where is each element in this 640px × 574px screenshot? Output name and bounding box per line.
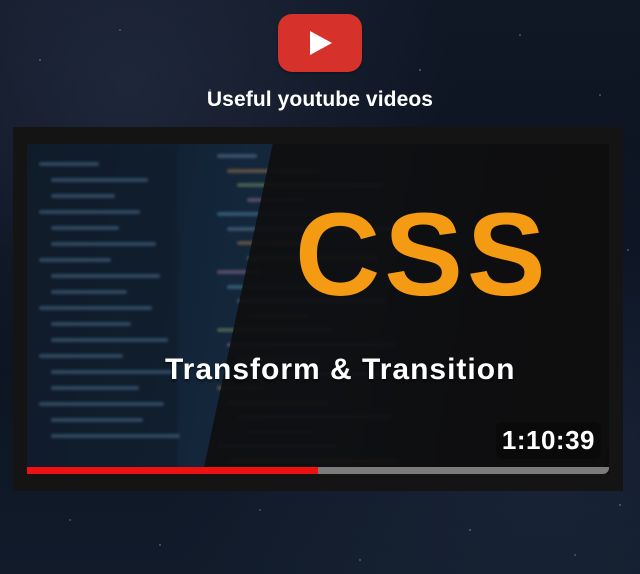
header — [0, 14, 640, 77]
editor-sidebar-line — [51, 386, 139, 390]
editor-sidebar-line — [51, 226, 119, 230]
editor-sidebar-line — [39, 210, 140, 214]
editor-sidebar-line — [51, 178, 148, 182]
editor-sidebar-line — [51, 338, 168, 342]
youtube-logo-icon — [278, 14, 362, 72]
editor-sidebar-line — [51, 242, 156, 246]
editor-sidebar-line — [39, 306, 152, 310]
editor-sidebar-line — [39, 162, 99, 166]
editor-code-line — [217, 154, 257, 158]
editor-sidebar-line — [51, 290, 127, 294]
progress-bar[interactable] — [27, 467, 609, 474]
page-title: Useful youtube videos — [206, 88, 434, 111]
editor-sidebar-line — [51, 322, 131, 326]
editor-sidebar-line — [39, 402, 164, 406]
progress-bar-fill — [27, 467, 318, 474]
editor-sidebar-line — [39, 354, 123, 358]
editor-sidebar-line — [39, 258, 111, 262]
editor-sidebar-line — [51, 370, 172, 374]
thumbnail-subtitle: Transform & Transition — [165, 353, 516, 386]
editor-sidebar-line — [51, 434, 180, 438]
duration-badge: 1:10:39 — [495, 422, 601, 459]
video-thumbnail[interactable]: CSS Transform & Transition 1:10:39 — [27, 144, 609, 474]
editor-sidebar-line — [51, 418, 143, 422]
video-card[interactable]: CSS Transform & Transition 1:10:39 — [13, 127, 623, 491]
play-icon — [310, 31, 332, 55]
editor-sidebar-line — [51, 274, 160, 278]
editor-sidebar-line — [51, 194, 115, 198]
thumbnail-title: CSS — [295, 189, 550, 321]
